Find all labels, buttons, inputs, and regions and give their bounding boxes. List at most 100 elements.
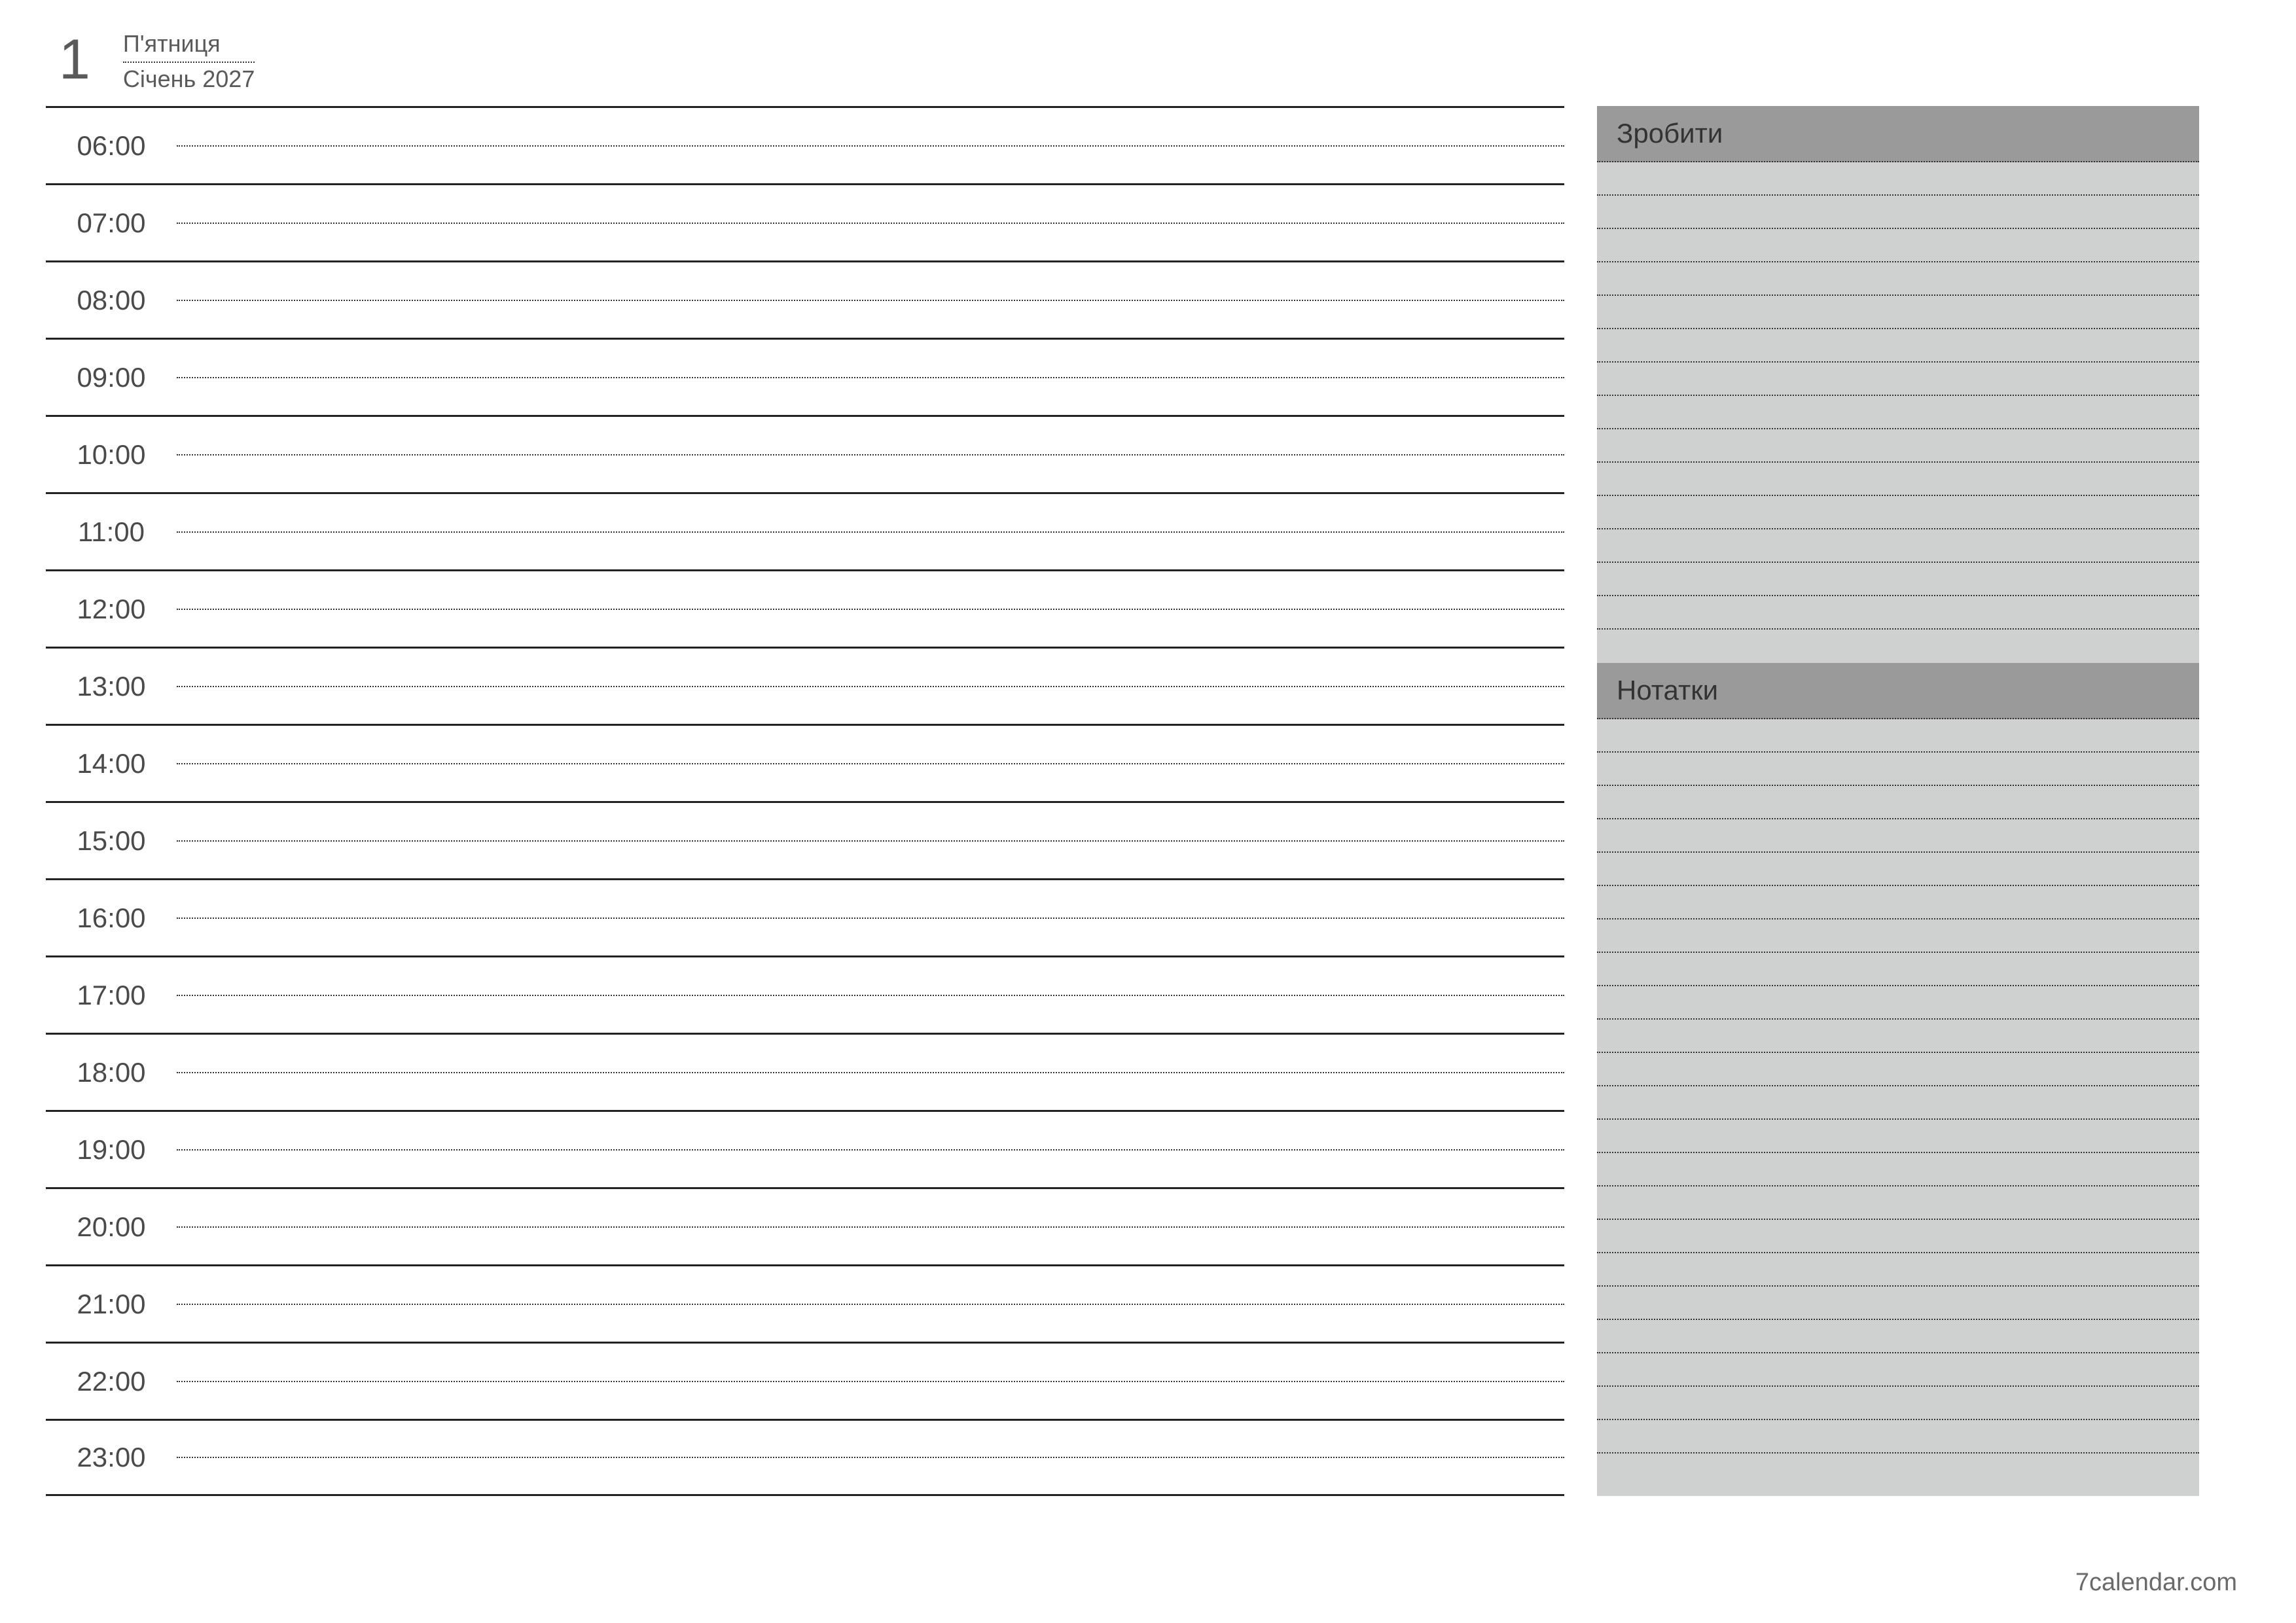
hour-label: 14:00	[46, 748, 177, 779]
todo-line	[1597, 496, 2199, 529]
todo-line	[1597, 229, 2199, 262]
hour-row: 19:00	[46, 1110, 1564, 1187]
todo-line	[1597, 296, 2199, 329]
hour-label: 16:00	[46, 902, 177, 934]
todo-title: Зробити	[1597, 106, 2199, 162]
hour-row: 15:00	[46, 801, 1564, 878]
notes-line	[1597, 1353, 2199, 1387]
todo-line	[1597, 363, 2199, 396]
hour-writing-line	[177, 763, 1564, 764]
planner-content: 06:00 07:00 08:00 09:00 10:00 11:00 12:00 13:00…	[46, 106, 2250, 1496]
todo-line	[1597, 162, 2199, 196]
todo-lines	[1597, 162, 2199, 663]
notes-line	[1597, 919, 2199, 953]
notes-line	[1597, 753, 2199, 786]
hour-label: 17:00	[46, 980, 177, 1011]
notes-line	[1597, 819, 2199, 853]
notes-line	[1597, 1320, 2199, 1353]
hour-writing-line	[177, 1149, 1564, 1150]
todo-line	[1597, 596, 2199, 630]
hour-writing-line	[177, 1072, 1564, 1073]
day-number: 1	[59, 31, 90, 88]
hour-row: 12:00	[46, 569, 1564, 647]
sidebar-column: Зробити Нотатки	[1597, 106, 2199, 1496]
notes-line	[1597, 1220, 2199, 1253]
hour-label: 08:00	[46, 285, 177, 316]
todo-line	[1597, 563, 2199, 596]
notes-line	[1597, 1287, 2199, 1320]
hour-row: 21:00	[46, 1264, 1564, 1342]
hour-row: 06:00	[46, 106, 1564, 183]
notes-line	[1597, 1053, 2199, 1086]
hour-label: 22:00	[46, 1366, 177, 1397]
hour-label: 19:00	[46, 1134, 177, 1166]
notes-lines	[1597, 719, 2199, 1496]
month-year: Січень 2027	[123, 65, 255, 93]
todo-panel: Зробити	[1597, 106, 2199, 663]
todo-line	[1597, 630, 2199, 663]
todo-line	[1597, 429, 2199, 463]
hour-label: 13:00	[46, 671, 177, 702]
notes-line	[1597, 1153, 2199, 1186]
hour-writing-line	[177, 531, 1564, 533]
hour-row: 07:00	[46, 183, 1564, 260]
hour-writing-line	[177, 223, 1564, 224]
hour-label: 06:00	[46, 130, 177, 162]
day-name: П'ятниця	[123, 30, 255, 63]
hour-writing-line	[177, 1304, 1564, 1305]
hour-label: 07:00	[46, 207, 177, 239]
notes-line	[1597, 886, 2199, 919]
hour-writing-line	[177, 995, 1564, 996]
hour-writing-line	[177, 1226, 1564, 1228]
hour-label: 11:00	[46, 516, 177, 548]
day-info: П'ятниця Січень 2027	[123, 26, 255, 93]
hour-writing-line	[177, 609, 1564, 610]
hour-label: 10:00	[46, 439, 177, 471]
hour-label: 09:00	[46, 362, 177, 393]
hour-row: 23:00	[46, 1419, 1564, 1496]
hour-label: 23:00	[46, 1442, 177, 1473]
hour-row: 22:00	[46, 1342, 1564, 1419]
hour-row: 20:00	[46, 1187, 1564, 1264]
notes-line	[1597, 719, 2199, 753]
hour-writing-line	[177, 1381, 1564, 1382]
hour-row: 10:00	[46, 415, 1564, 492]
hour-label: 15:00	[46, 825, 177, 857]
notes-line	[1597, 1020, 2199, 1053]
notes-line	[1597, 1120, 2199, 1153]
todo-line	[1597, 329, 2199, 363]
notes-line	[1597, 1253, 2199, 1287]
hour-label: 18:00	[46, 1057, 177, 1088]
hour-row: 16:00	[46, 878, 1564, 955]
notes-line	[1597, 1186, 2199, 1220]
notes-title: Нотатки	[1597, 663, 2199, 719]
todo-line	[1597, 529, 2199, 563]
hour-writing-line	[177, 686, 1564, 687]
notes-line	[1597, 1454, 2199, 1487]
hour-writing-line	[177, 145, 1564, 147]
notes-line	[1597, 1420, 2199, 1454]
planner-header: 1 П'ятниця Січень 2027	[46, 26, 2250, 93]
footer-credit: 7calendar.com	[2075, 1569, 2237, 1597]
notes-line	[1597, 953, 2199, 986]
notes-line	[1597, 986, 2199, 1020]
hour-label: 21:00	[46, 1289, 177, 1320]
todo-line	[1597, 463, 2199, 496]
notes-line	[1597, 1387, 2199, 1420]
hour-writing-line	[177, 377, 1564, 378]
hour-writing-line	[177, 300, 1564, 301]
hour-row: 08:00	[46, 260, 1564, 338]
hour-writing-line	[177, 918, 1564, 919]
hour-label: 20:00	[46, 1211, 177, 1243]
hour-row: 18:00	[46, 1033, 1564, 1110]
hour-writing-line	[177, 840, 1564, 842]
notes-line	[1597, 853, 2199, 886]
todo-line	[1597, 396, 2199, 429]
hour-writing-line	[177, 1457, 1564, 1458]
hour-writing-line	[177, 454, 1564, 455]
hour-row: 11:00	[46, 492, 1564, 569]
hour-row: 13:00	[46, 647, 1564, 724]
hour-row: 09:00	[46, 338, 1564, 415]
notes-line	[1597, 1086, 2199, 1120]
todo-line	[1597, 196, 2199, 229]
